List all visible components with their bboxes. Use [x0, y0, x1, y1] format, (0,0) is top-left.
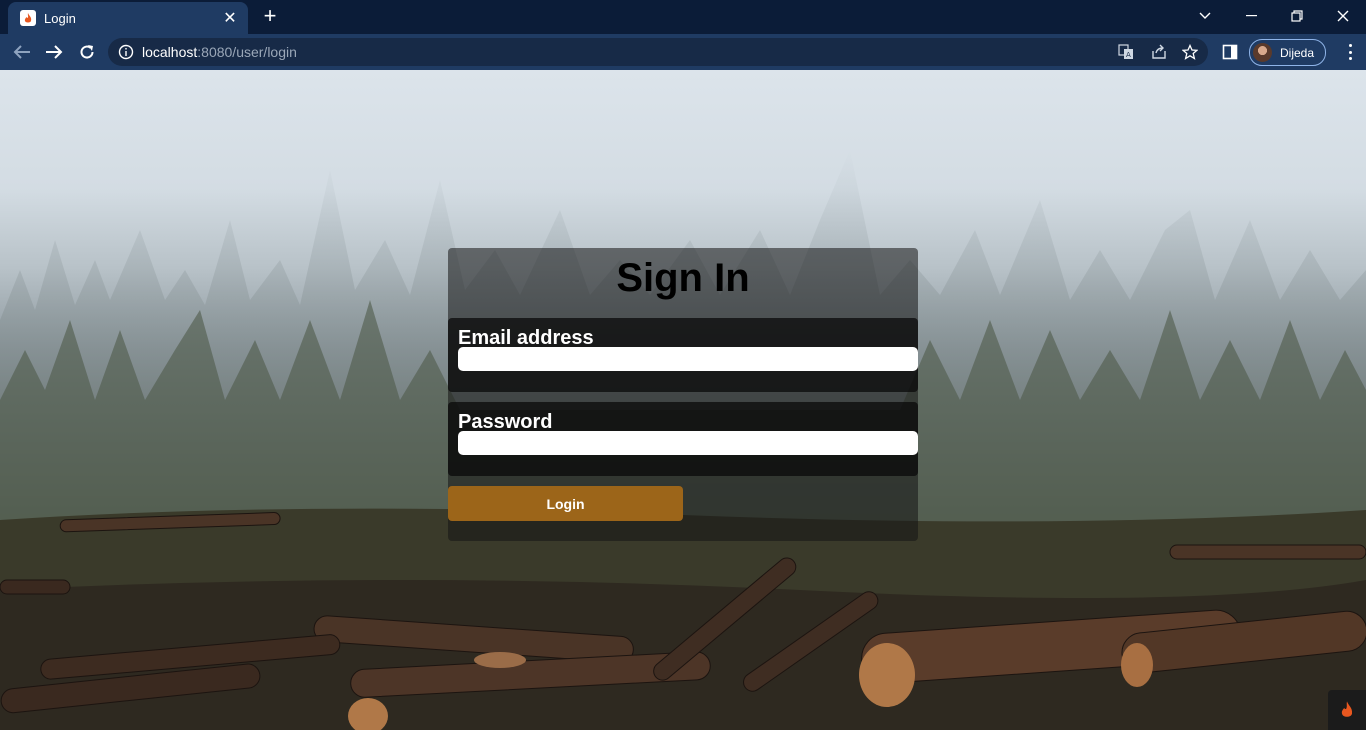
flame-icon[interactable]: [1328, 690, 1366, 730]
avatar: [1253, 43, 1272, 62]
side-panel-icon[interactable]: [1222, 44, 1238, 60]
arrow-right-icon[interactable]: [42, 40, 66, 64]
close-icon[interactable]: ✕: [220, 8, 240, 28]
login-button[interactable]: Login: [448, 486, 683, 521]
info-icon[interactable]: [118, 44, 134, 60]
tab-title: Login: [44, 10, 76, 26]
kebab-menu-icon[interactable]: [1340, 42, 1360, 62]
arrow-left-icon[interactable]: [10, 40, 34, 64]
reload-icon[interactable]: [75, 40, 99, 64]
svg-text:A: A: [1126, 51, 1131, 59]
chevron-down-icon[interactable]: [1182, 0, 1228, 32]
password-field[interactable]: [458, 431, 918, 455]
password-group: Password: [448, 402, 918, 476]
email-field[interactable]: [458, 347, 918, 371]
plus-icon[interactable]: +: [258, 5, 282, 29]
browser-tab[interactable]: Login ✕: [8, 2, 248, 34]
flame-icon: [20, 10, 36, 26]
url-host: localhost: [142, 44, 198, 60]
url-text[interactable]: localhost:8080/user/login: [142, 44, 297, 60]
email-group: Email address: [448, 318, 918, 392]
url-path: :8080/user/login: [197, 44, 297, 60]
tab-strip: Login ✕ +: [0, 0, 1366, 34]
address-bar[interactable]: localhost:8080/user/login A: [108, 38, 1208, 66]
star-icon[interactable]: [1181, 43, 1199, 60]
page-background: Sign In Email address Password Login: [0, 70, 1366, 730]
profile-button[interactable]: Dijeda: [1249, 39, 1326, 66]
share-icon[interactable]: [1151, 44, 1167, 60]
profile-name: Dijeda: [1280, 45, 1315, 60]
login-card: Sign In Email address Password Login: [448, 248, 918, 541]
minimize-icon[interactable]: [1228, 0, 1274, 32]
page-title: Sign In: [616, 256, 750, 300]
browser-toolbar: localhost:8080/user/login A Dijeda: [0, 34, 1366, 70]
restore-icon[interactable]: [1274, 0, 1320, 32]
window-close-icon[interactable]: [1320, 0, 1366, 32]
translate-icon[interactable]: A: [1118, 44, 1134, 60]
